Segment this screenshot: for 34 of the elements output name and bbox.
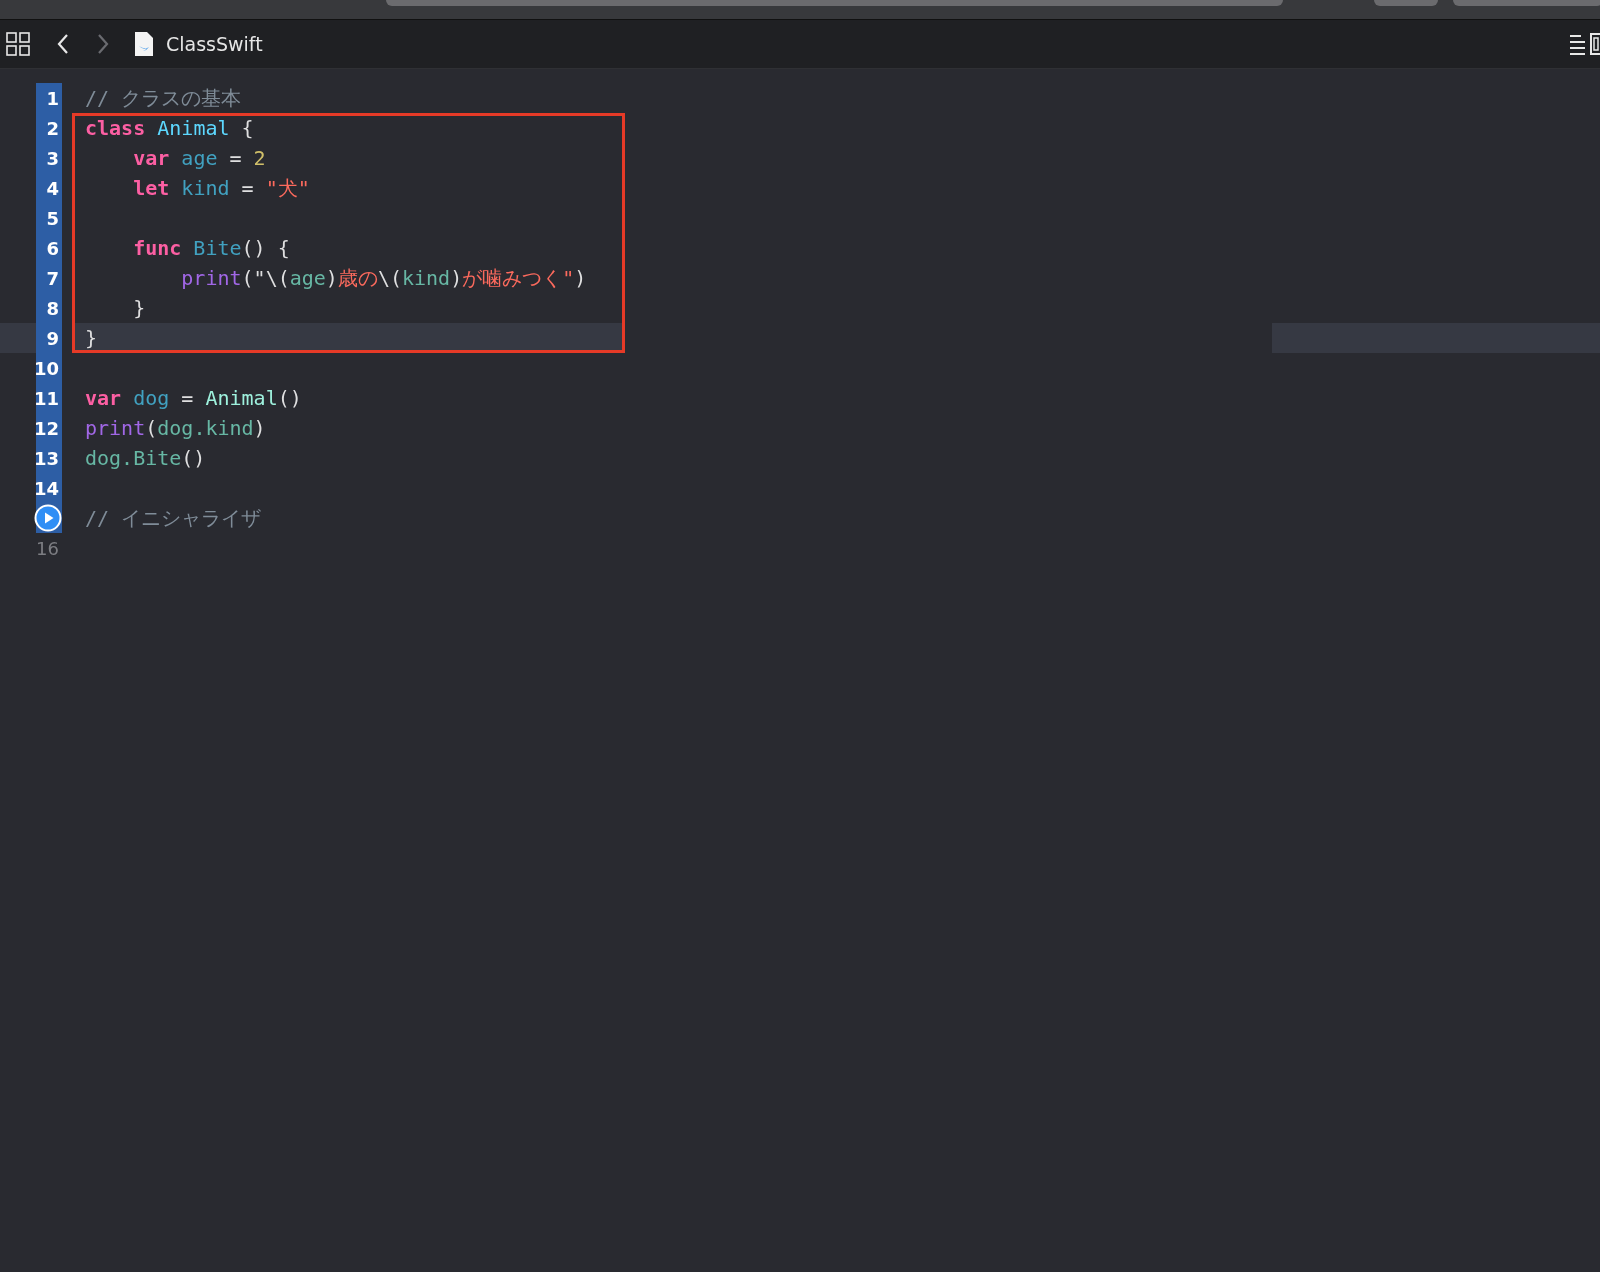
line-number: 6: [46, 237, 60, 259]
code-line: class Animal {: [85, 116, 254, 140]
line-number: 11: [33, 387, 60, 409]
line-number: 3: [46, 147, 60, 169]
code-line: }: [85, 326, 98, 350]
code-line: // イニシャライザ: [85, 504, 262, 532]
line-number: 1: [46, 87, 60, 109]
code-line: var age = 2: [132, 146, 266, 170]
code-line: let kind = "犬": [132, 174, 310, 202]
run-play-icon[interactable]: [34, 504, 62, 532]
swift-file-icon: [134, 31, 154, 57]
line-number: 4: [46, 177, 60, 199]
line-number: 13: [33, 447, 60, 469]
code-line: dog.Bite(): [85, 446, 206, 470]
line-number: 14: [33, 477, 60, 499]
line-number: 5: [46, 207, 60, 229]
code-line: print("\(age)歳の\(kind)が噛みつく"): [180, 264, 587, 292]
panel-icon[interactable]: [1590, 32, 1600, 56]
file-name[interactable]: ClassSwift: [166, 33, 263, 55]
back-chevron-icon[interactable]: [56, 32, 70, 56]
grid-icon[interactable]: [6, 32, 30, 56]
list-lines-icon[interactable]: [1569, 32, 1587, 56]
line-number: 10: [33, 357, 60, 379]
line-number: 7: [46, 267, 60, 289]
line-number: 16: [36, 537, 60, 559]
line-number: 12: [33, 417, 60, 439]
code-line: print(dog.kind): [85, 416, 266, 440]
line-number: 2: [46, 117, 60, 139]
code-line: // クラスの基本: [85, 84, 242, 112]
code-line: }: [132, 296, 146, 320]
code-line: var dog = Animal(): [85, 386, 302, 410]
line-number: 8: [46, 297, 60, 319]
line-number: 9: [46, 327, 60, 349]
code-line: func Bite() {: [132, 236, 290, 260]
